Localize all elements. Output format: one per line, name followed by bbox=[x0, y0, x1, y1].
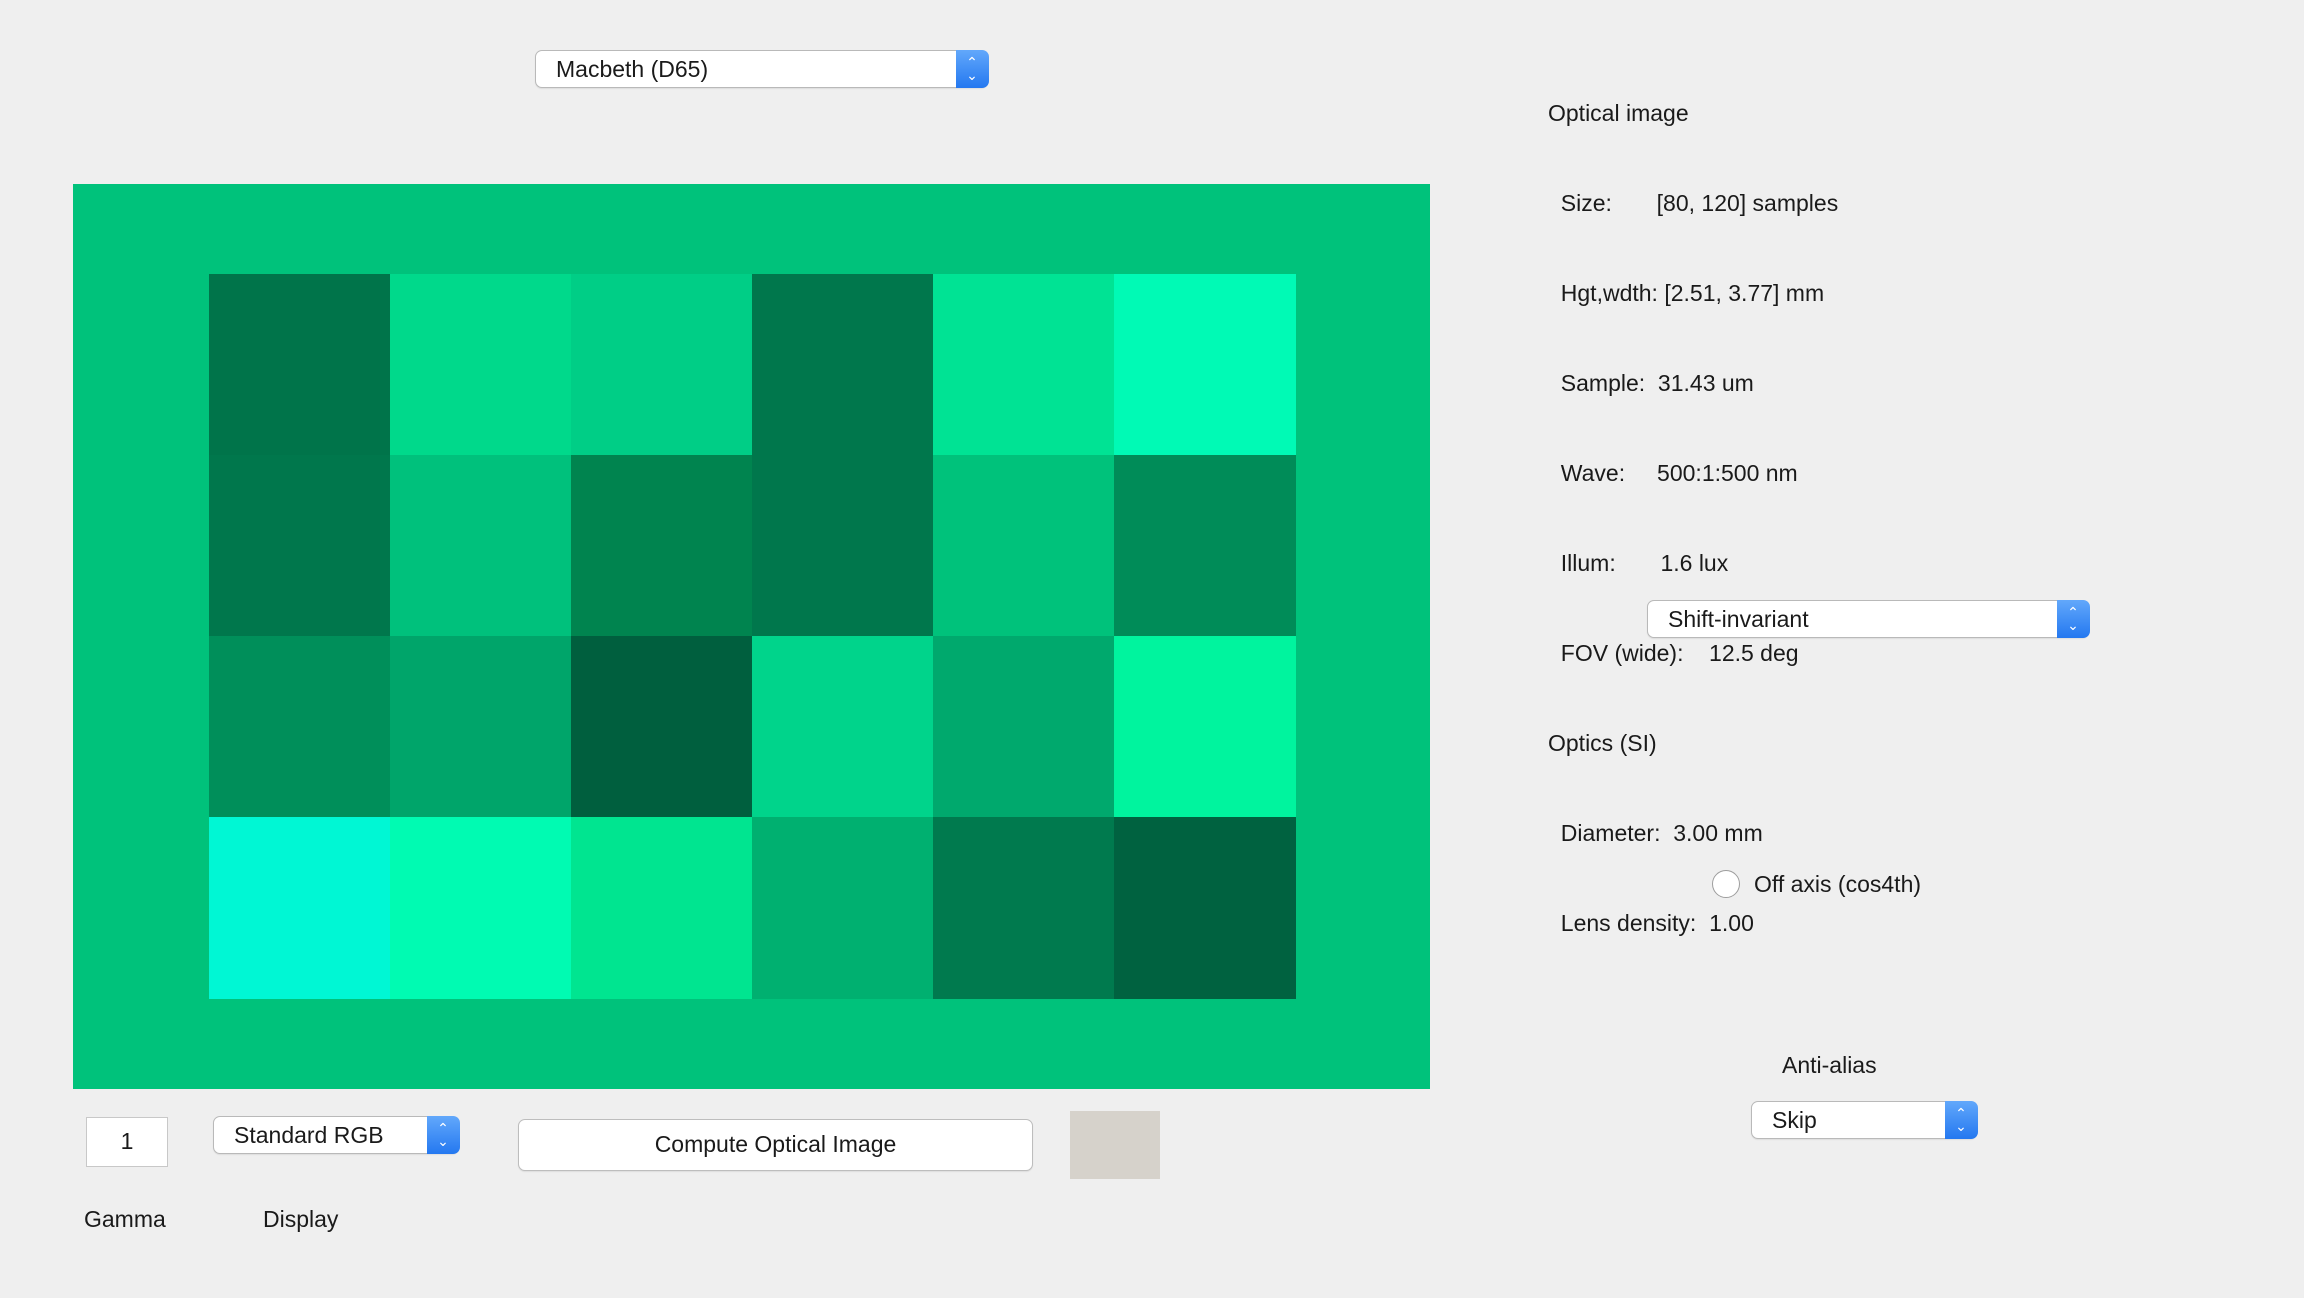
chevron-updown-icon: ⌃ ⌄ bbox=[2056, 599, 2090, 638]
color-patch-r1c5 bbox=[933, 274, 1115, 456]
color-patch-r4c1 bbox=[209, 817, 391, 999]
color-patch-r4c6 bbox=[1114, 817, 1296, 999]
info-line-illum: Illum: 1.6 lux bbox=[1548, 550, 1729, 576]
color-patch-r2c5 bbox=[933, 455, 1115, 637]
optical-image-display bbox=[73, 184, 1430, 1089]
antialias-select[interactable]: Skip ⌃ ⌄ bbox=[1751, 1100, 1978, 1139]
antialias-label: Anti-alias bbox=[1782, 1052, 1877, 1078]
offaxis-label[interactable]: Off axis (cos4th) bbox=[1754, 871, 1921, 898]
chevron-updown-icon: ⌃ ⌄ bbox=[1944, 1100, 1978, 1139]
scene-select-value: Macbeth (D65) bbox=[556, 56, 709, 82]
gamma-input[interactable]: 1 bbox=[86, 1117, 168, 1167]
optics-model-select[interactable]: Shift-invariant ⌃ ⌄ bbox=[1647, 599, 2090, 638]
color-patch-r3c4 bbox=[752, 636, 934, 818]
optical-image-title: Optical image bbox=[1548, 100, 1689, 126]
color-patch-r4c2 bbox=[390, 817, 572, 999]
info-line-sample: Sample: 31.43 um bbox=[1548, 370, 1754, 396]
color-patch-r1c4 bbox=[752, 274, 934, 456]
optics-line-lens-density: Lens density: 1.00 bbox=[1548, 910, 1754, 936]
info-panel: Optical image Size: [80, 120] samples Hg… bbox=[1548, 38, 1838, 968]
info-line-size: Size: [80, 120] samples bbox=[1548, 190, 1839, 216]
color-patch-r1c6 bbox=[1114, 274, 1296, 456]
color-patch-r1c2 bbox=[390, 274, 572, 456]
color-patch-r3c5 bbox=[933, 636, 1115, 818]
optics-line-diameter: Diameter: 3.00 mm bbox=[1548, 820, 1763, 846]
color-patch-r3c6 bbox=[1114, 636, 1296, 818]
color-patch-r4c3 bbox=[571, 817, 753, 999]
color-patch-r3c2 bbox=[390, 636, 572, 818]
color-patch-r2c4 bbox=[752, 455, 934, 637]
display-select[interactable]: Standard RGB ⌃ ⌄ bbox=[213, 1115, 460, 1154]
color-patch-r4c5 bbox=[933, 817, 1115, 999]
color-patch-r3c3 bbox=[571, 636, 753, 818]
gamma-label: Gamma bbox=[84, 1206, 166, 1232]
compute-optical-image-button[interactable]: Compute Optical Image bbox=[518, 1119, 1033, 1171]
color-patch-r1c1 bbox=[209, 274, 391, 456]
optics-title: Optics (SI) bbox=[1548, 730, 1657, 756]
display-label: Display bbox=[263, 1206, 339, 1232]
antialias-value: Skip bbox=[1772, 1107, 1817, 1133]
color-patch-r2c3 bbox=[571, 455, 753, 637]
color-patch-r2c6 bbox=[1114, 455, 1296, 637]
info-line-wave: Wave: 500:1:500 nm bbox=[1548, 460, 1798, 486]
chevron-updown-icon: ⌃ ⌄ bbox=[426, 1115, 460, 1154]
offaxis-radio[interactable] bbox=[1712, 870, 1740, 898]
chevron-updown-icon: ⌃ ⌄ bbox=[955, 49, 989, 88]
color-patch-r4c4 bbox=[752, 817, 934, 999]
optics-model-value: Shift-invariant bbox=[1668, 606, 1809, 632]
color-swatch bbox=[1070, 1111, 1160, 1179]
info-line-fov: FOV (wide): 12.5 deg bbox=[1548, 640, 1799, 666]
info-line-height-width: Hgt,wdth: [2.51, 3.77] mm bbox=[1548, 280, 1825, 306]
display-value: Standard RGB bbox=[234, 1122, 384, 1148]
color-patch-r2c1 bbox=[209, 455, 391, 637]
color-patch-r2c2 bbox=[390, 455, 572, 637]
scene-select[interactable]: Macbeth (D65) ⌃ ⌄ bbox=[535, 49, 989, 88]
color-patch-r1c3 bbox=[571, 274, 753, 456]
macbeth-chart-image bbox=[209, 274, 1296, 999]
color-patch-r3c1 bbox=[209, 636, 391, 818]
